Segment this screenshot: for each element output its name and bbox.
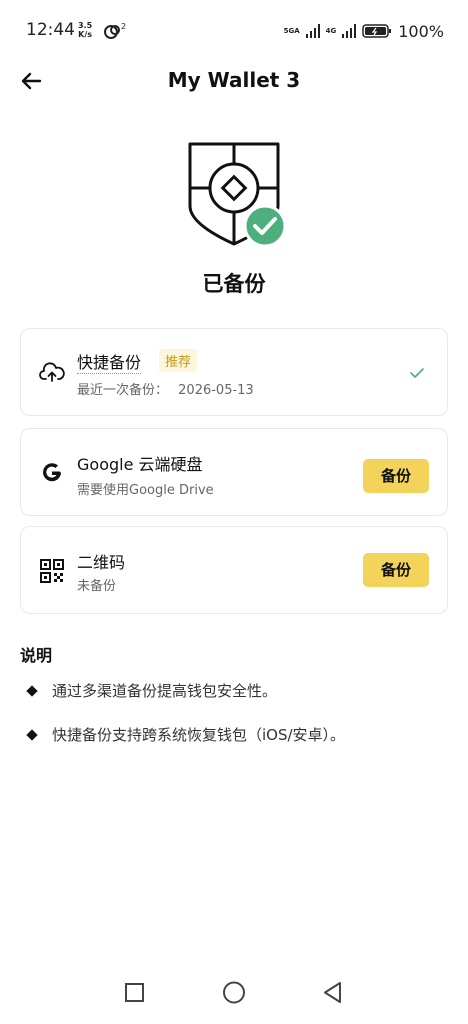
- app-header: My Wallet 3: [0, 62, 468, 102]
- svg-text:2: 2: [121, 22, 126, 31]
- qr-code-subtitle: 未备份: [77, 579, 117, 594]
- bullet-icon: [26, 684, 38, 697]
- qr-backup-button[interactable]: 备份: [363, 553, 429, 587]
- google-icon: [39, 460, 65, 486]
- triangle-back-icon: [324, 982, 341, 1003]
- google-drive-card[interactable]: Google 云端硬盘 需要使用Google Drive 备份: [20, 428, 448, 516]
- status-bar: 12:44 3.5 K/s 2 5GA 4G 100%: [0, 0, 468, 62]
- signal-4g-label: 4G: [325, 27, 337, 35]
- quick-backup-card[interactable]: 快捷备份 推荐 最近一次备份： 2026-05-13: [20, 328, 448, 416]
- quick-backup-title: 快捷备份: [77, 349, 142, 374]
- status-right: 5GA 4G 100%: [284, 20, 444, 42]
- qr-code-title: 二维码: [77, 553, 126, 572]
- signal-icon: [305, 24, 320, 38]
- sync-icon: 2: [102, 21, 128, 41]
- home-button[interactable]: [219, 978, 249, 1008]
- square-icon: [125, 983, 144, 1002]
- bullet-icon: [26, 728, 38, 741]
- network-speed: 3.5 K/s: [78, 21, 93, 39]
- back-nav-button[interactable]: [318, 978, 348, 1008]
- recents-button[interactable]: [120, 978, 150, 1008]
- battery-icon: [362, 24, 392, 38]
- system-nav-bar: [0, 974, 468, 1024]
- backup-status-heading: 已备份: [202, 272, 266, 296]
- signal-5g-label: 5GA: [283, 27, 300, 35]
- status-time: 12:44: [26, 20, 75, 40]
- note-item: 通过多渠道备份提高钱包安全性。: [26, 680, 277, 701]
- notes-title: 说明: [20, 646, 53, 665]
- check-icon: [409, 365, 425, 381]
- last-backup-info: 最近一次备份： 2026-05-13: [77, 383, 254, 398]
- battery-percent: 100%: [398, 21, 444, 41]
- google-backup-button[interactable]: 备份: [363, 459, 429, 493]
- signal-icon-2: [342, 24, 357, 38]
- qr-code-icon: [39, 558, 65, 584]
- qr-code-card[interactable]: 二维码 未备份 备份: [20, 526, 448, 614]
- google-drive-subtitle: 需要使用Google Drive: [77, 483, 214, 498]
- note-item: 快捷备份支持跨系统恢复钱包（iOS/安卓）。: [26, 724, 345, 745]
- cloud-upload-icon: [39, 360, 65, 386]
- circle-icon: [223, 981, 245, 1004]
- page-title: My Wallet 3: [167, 68, 301, 92]
- google-drive-title: Google 云端硬盘: [77, 455, 203, 474]
- recommended-tag: 推荐: [159, 349, 198, 372]
- backup-shield-icon: [186, 140, 288, 250]
